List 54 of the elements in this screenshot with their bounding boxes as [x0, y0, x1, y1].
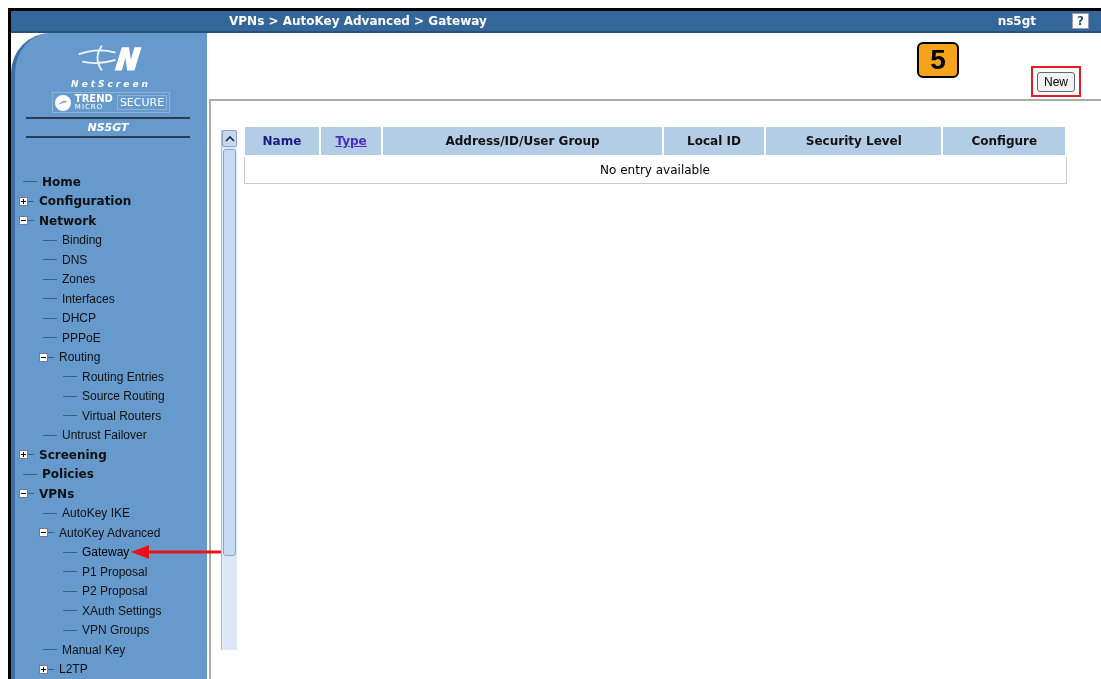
collapse-icon[interactable]	[19, 489, 28, 499]
column-header: Configure	[942, 126, 1066, 156]
nav-item[interactable]: AutoKey IKE	[62, 506, 131, 521]
nav-item[interactable]: Routing	[59, 350, 101, 365]
breadcrumb: VPNs > AutoKey Advanced > Gateway	[229, 14, 488, 28]
collapse-icon[interactable]	[39, 352, 48, 362]
help-button[interactable]: ?	[1072, 13, 1089, 29]
nav-item[interactable]: Binding	[62, 233, 103, 248]
scroll-thumb[interactable]	[223, 149, 237, 556]
column-header: Security Level	[765, 126, 943, 156]
nav-item[interactable]: DNS	[62, 252, 88, 267]
new-button[interactable]: New	[1037, 72, 1075, 92]
nav-item[interactable]: Zones	[62, 272, 96, 287]
column-header: Address/ID/User Group	[382, 126, 663, 156]
ball-icon	[54, 94, 71, 111]
column-header[interactable]: Type	[319, 126, 383, 156]
nav-item[interactable]: Source Routing	[82, 389, 165, 404]
secure-label: SECURE	[116, 95, 168, 110]
nav-item[interactable]: Untrust Failover	[62, 428, 147, 443]
nav-item[interactable]: Virtual Routers	[82, 408, 162, 423]
collapse-icon[interactable]	[39, 528, 48, 538]
partner-name: TREND	[74, 94, 113, 104]
nav-item[interactable]: Interfaces	[62, 291, 115, 306]
column-header: Name	[244, 126, 320, 156]
nav-item[interactable]: Gateway	[82, 545, 130, 560]
scrollbar[interactable]	[221, 130, 238, 650]
nav-item[interactable]: L2TP	[59, 662, 88, 677]
nav-item[interactable]: XAuth Settings	[82, 603, 162, 618]
column-header: Local ID	[662, 126, 766, 156]
nav-item[interactable]: VPNs	[39, 486, 75, 501]
device-name: ns5gt	[997, 14, 1036, 28]
nav-item[interactable]: PPPoE	[62, 330, 101, 345]
expand-icon[interactable]	[19, 450, 28, 460]
expand-icon[interactable]	[19, 196, 28, 206]
nav-item[interactable]: DHCP	[62, 311, 96, 326]
model-name: NS5GT	[26, 117, 190, 138]
caret-icon	[224, 135, 235, 142]
nav-item[interactable]: Network	[39, 213, 97, 228]
expand-icon[interactable]	[39, 664, 48, 674]
empty-message: No entry available	[244, 156, 1066, 184]
scroll-up-button[interactable]	[222, 130, 238, 147]
nav-item[interactable]: VPN Groups	[82, 623, 150, 638]
nav-item[interactable]: Routing Entries	[82, 369, 165, 384]
nav-item[interactable]: P2 Proposal	[82, 584, 148, 599]
nav-item[interactable]: Policies	[42, 467, 94, 482]
nav-item[interactable]: Configuration	[39, 194, 132, 209]
nav-item[interactable]: AutoKey Advanced	[59, 525, 161, 540]
step-badge: 5	[917, 42, 959, 78]
nav-item[interactable]: P1 Proposal	[82, 564, 148, 579]
collapse-icon[interactable]	[19, 216, 28, 226]
nav-item[interactable]: Home	[42, 174, 81, 189]
brand-name: NetScreen	[71, 79, 151, 89]
nav-item[interactable]: Manual Key	[62, 642, 126, 657]
nav-item[interactable]: Screening	[39, 447, 107, 462]
